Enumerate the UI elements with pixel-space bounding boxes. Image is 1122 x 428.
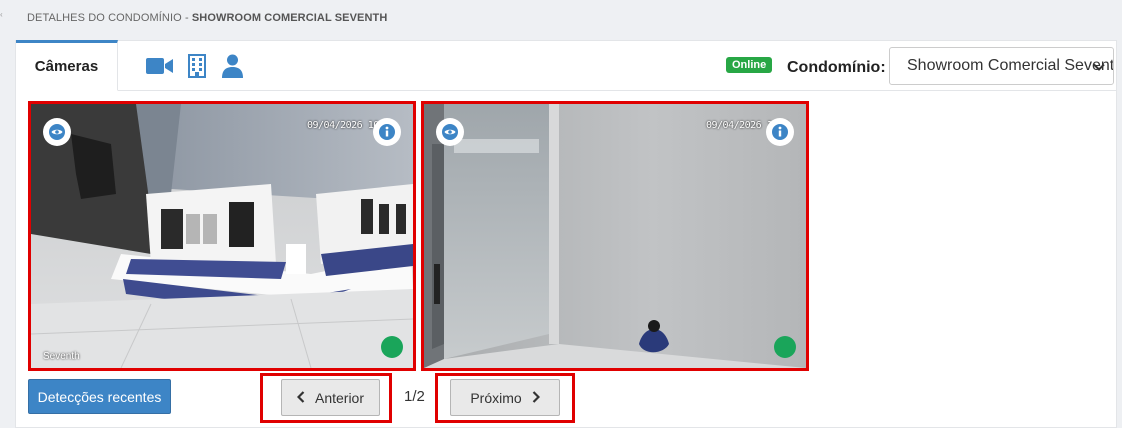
camera-feed-1[interactable]: 09/04/2026 10:3 Seventh — [28, 101, 416, 371]
online-badge: Online — [726, 57, 773, 73]
video-camera-icon[interactable] — [145, 53, 173, 79]
user-icon[interactable] — [221, 53, 243, 79]
tab-bar: Câmeras Online Condomínio: Showroom Come… — [16, 40, 1116, 91]
tab-cameras[interactable]: Câmeras — [16, 40, 118, 91]
edge-marker: ‹ — [0, 10, 3, 19]
building-icon[interactable] — [187, 53, 207, 79]
info-icon[interactable] — [766, 118, 794, 146]
camera-1-overlay-label: Seventh — [43, 351, 80, 362]
condominio-select[interactable]: Showroom Comercial Seventh — [889, 47, 1114, 85]
chevron-down-icon — [1093, 60, 1105, 78]
eye-icon[interactable] — [436, 118, 464, 146]
camera-2-status-indicator — [774, 336, 796, 358]
previous-button[interactable]: Anterior — [281, 379, 380, 416]
chevron-right-icon — [532, 390, 540, 406]
next-button-label: Próximo — [470, 389, 522, 406]
breadcrumb-prefix: DETALHES DO CONDOMÍNIO - — [27, 12, 192, 24]
condominio-label: Condomínio: — [787, 59, 886, 76]
camera-1-status-indicator — [381, 336, 403, 358]
chevron-left-icon — [296, 390, 305, 406]
condo-details-panel: Câmeras Online Condomínio: Showroom Come… — [15, 40, 1117, 428]
eye-icon[interactable] — [43, 118, 71, 146]
condominio-selected-value: Showroom Comercial Seventh — [907, 57, 1114, 74]
recent-detections-button[interactable]: Detecções recentes — [28, 379, 171, 414]
camera-1-image — [31, 104, 413, 368]
previous-button-label: Anterior — [314, 389, 365, 406]
info-icon[interactable] — [373, 118, 401, 146]
camera-feed-2[interactable]: 09/04/2026 10:4 — [421, 101, 809, 371]
breadcrumb-condo-name: SHOWROOM COMERCIAL SEVENTH — [191, 12, 388, 24]
breadcrumb: DETALHES DO CONDOMÍNIO - SHOWROOM COMERC… — [27, 12, 387, 24]
page-indicator: 1/2 — [404, 388, 425, 405]
next-button[interactable]: Próximo — [450, 379, 560, 416]
camera-2-image — [424, 104, 806, 368]
